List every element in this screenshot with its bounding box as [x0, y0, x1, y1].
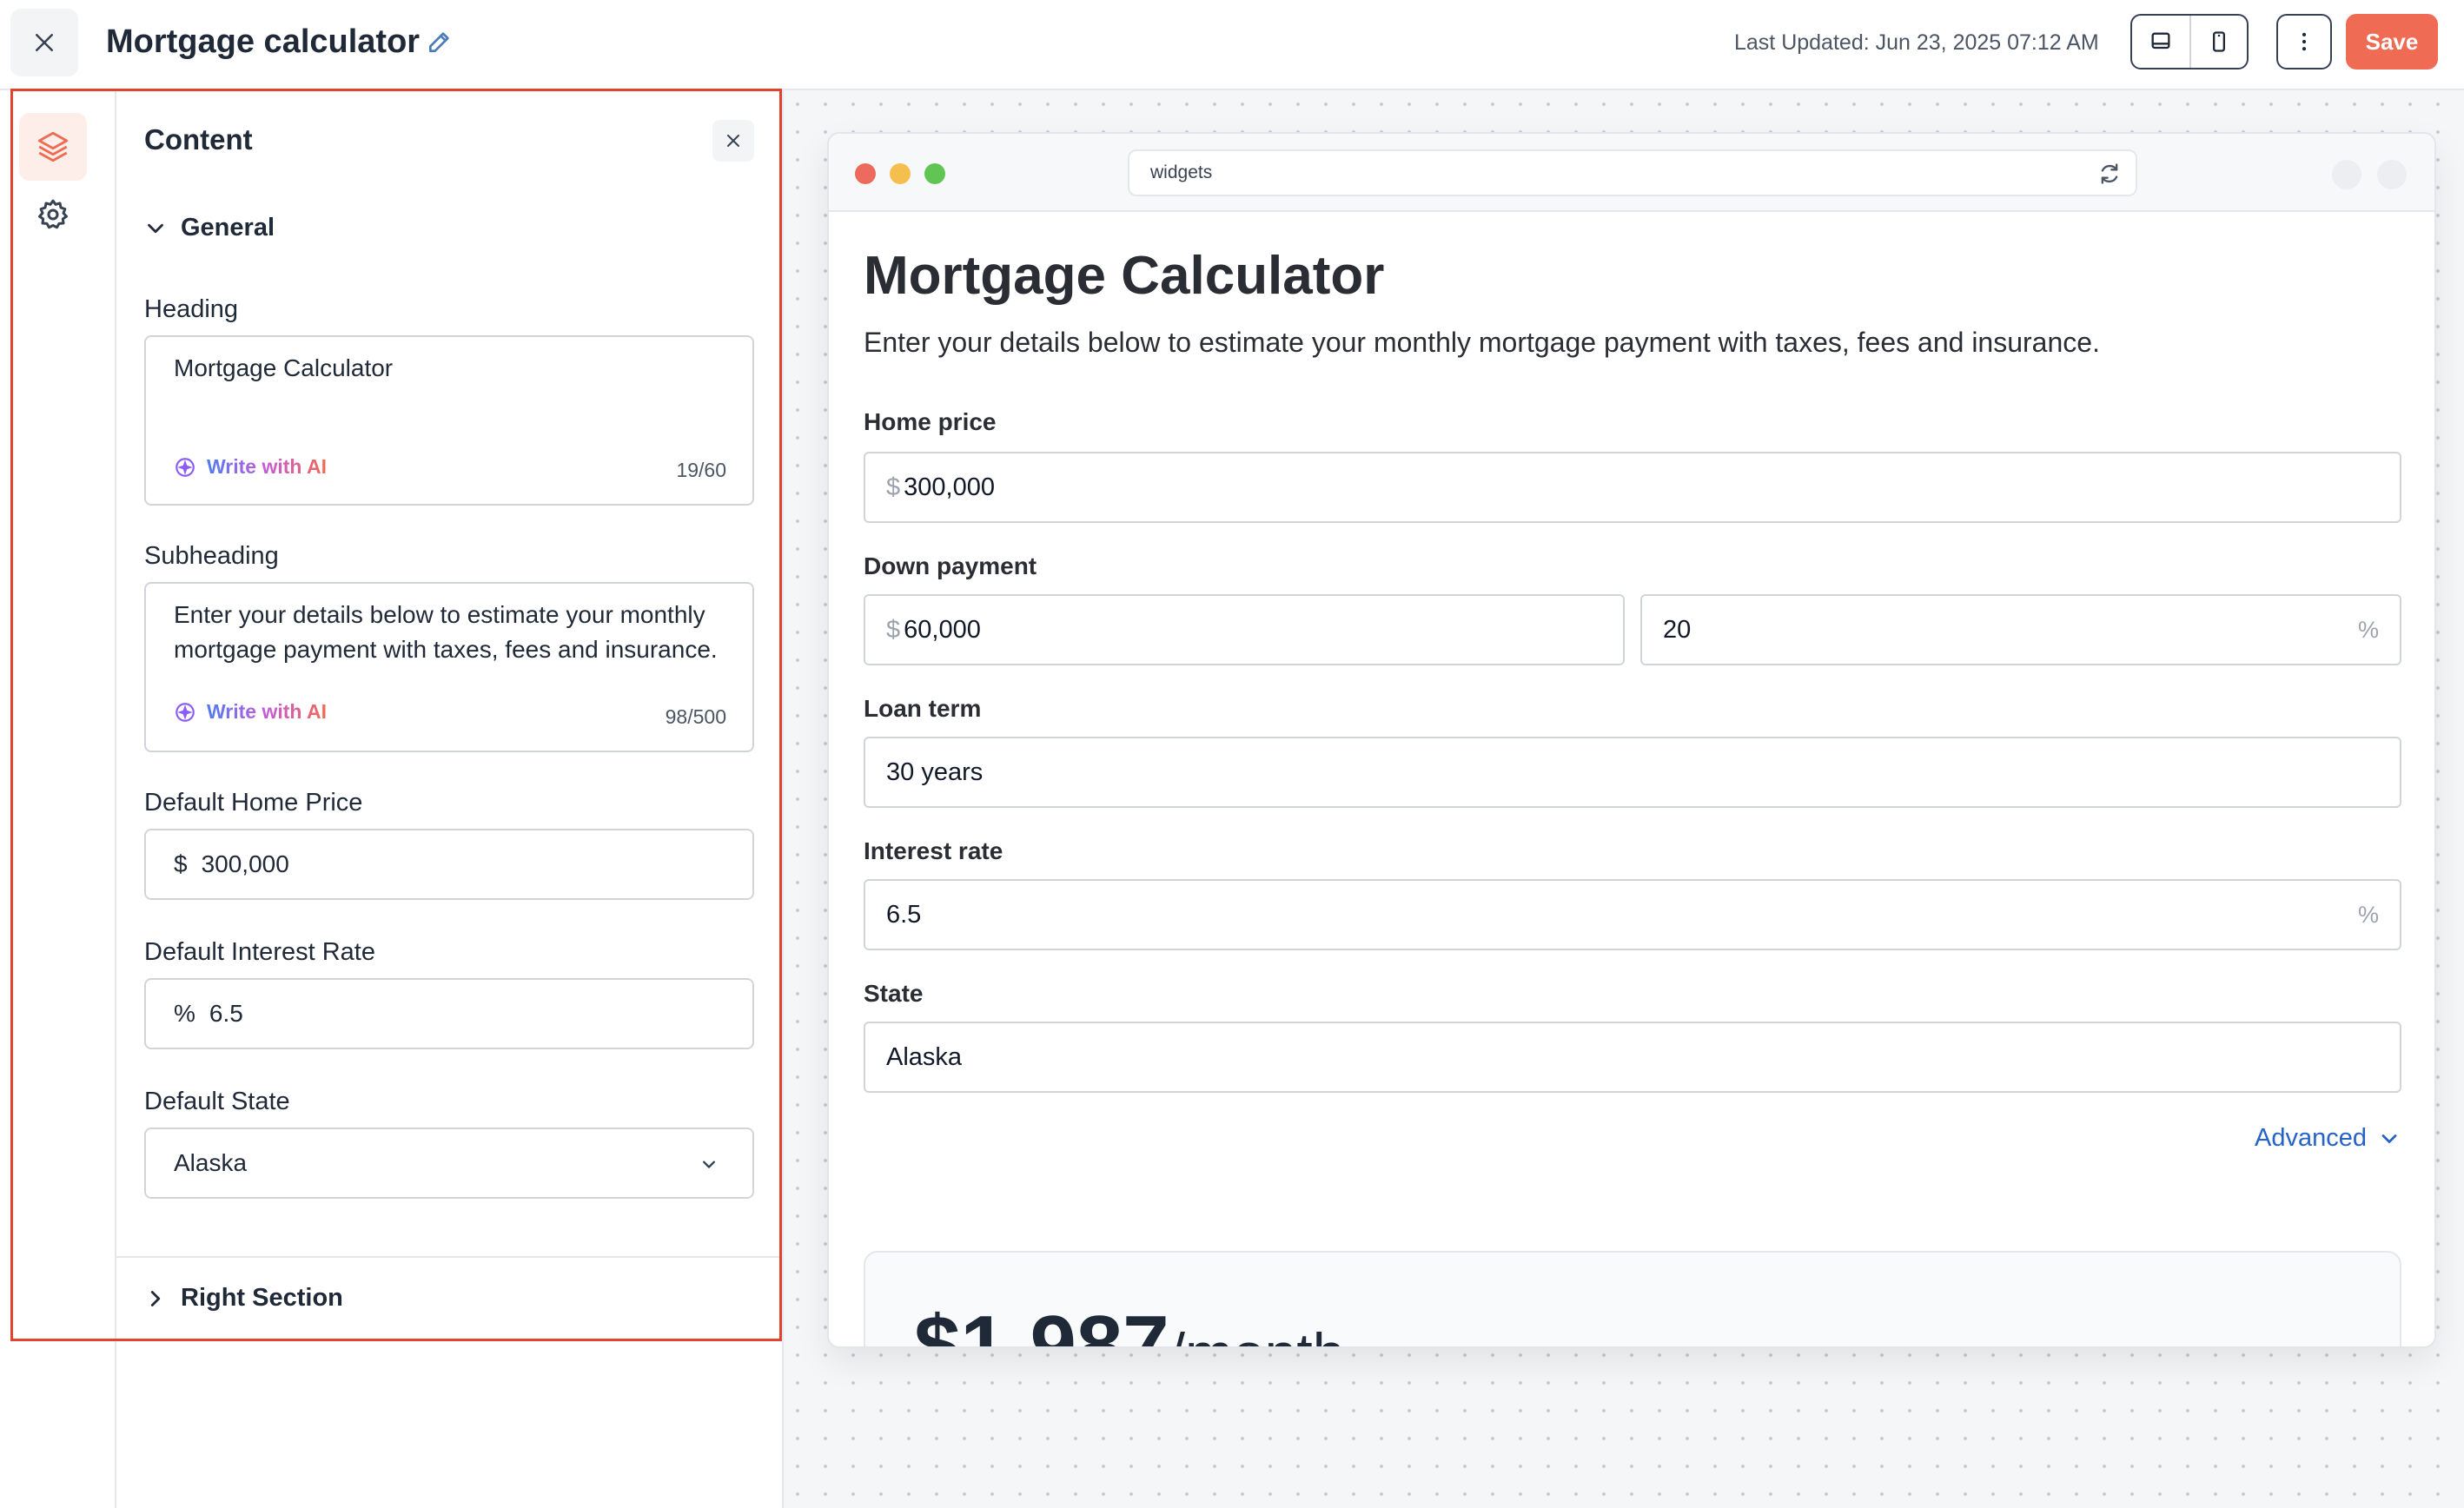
chevron-down-icon — [148, 223, 163, 233]
panel-close-button[interactable] — [712, 120, 754, 162]
down-payment-percent-input[interactable]: 20 % — [1640, 594, 2401, 665]
refresh-icon[interactable] — [2097, 162, 2122, 186]
left-rail — [0, 90, 116, 1508]
subheading-char-counter: 98/500 — [665, 705, 726, 728]
browser-bar: widgets — [829, 134, 2434, 212]
window-minimize-dot — [890, 163, 911, 184]
heading-label: Heading — [144, 295, 239, 323]
browser-ghost-button — [2377, 160, 2407, 189]
dollar-prefix: $ — [886, 616, 901, 644]
window-close-dot — [855, 163, 876, 184]
percent-suffix: % — [2357, 617, 2379, 643]
loan-term-value: 30 years — [886, 758, 984, 786]
sparkle-icon — [176, 457, 195, 477]
url-bar[interactable]: widgets — [1128, 149, 2137, 196]
monthly-payment-amount: $1,987 — [914, 1299, 1169, 1348]
right-section-label: Right Section — [181, 1284, 343, 1312]
close-editor-button[interactable] — [10, 9, 78, 76]
default-state-label: Default State — [144, 1088, 290, 1115]
heading-value: Mortgage Calculator — [174, 354, 394, 381]
dollar-prefix: $ — [174, 850, 188, 877]
browser-preview: widgets Mortgage Calculator Enter your d… — [827, 132, 2436, 1348]
save-button[interactable]: Save — [2346, 14, 2438, 69]
write-with-ai-label: Write with AI — [207, 700, 327, 723]
settings-tab-button[interactable] — [19, 181, 87, 248]
default-home-price-input[interactable]: $ 300,000 — [144, 829, 754, 900]
device-toggle — [2130, 14, 2249, 69]
general-section-toggle[interactable]: General — [142, 214, 275, 242]
subheading-textarea[interactable]: Enter your details below to estimate you… — [144, 582, 754, 752]
right-section-toggle[interactable]: Right Section — [142, 1284, 343, 1313]
down-payment-percent-value: 20 — [1663, 616, 1692, 644]
state-select[interactable]: Alaska — [864, 1022, 2401, 1093]
widget-heading: Mortgage Calculator — [864, 246, 1385, 306]
more-vertical-icon — [2302, 32, 2307, 51]
down-payment-amount-value: 60,000 — [904, 616, 981, 644]
mobile-icon — [2212, 31, 2225, 52]
pencil-icon[interactable] — [426, 28, 454, 56]
default-home-price-label: Default Home Price — [144, 789, 363, 817]
content-tab-button[interactable] — [19, 113, 87, 181]
down-payment-amount-input[interactable]: $60,000 — [864, 594, 1625, 665]
heading-write-with-ai[interactable]: Write with AI — [174, 455, 327, 479]
percent-suffix: % — [2357, 902, 2379, 928]
desktop-icon — [2151, 32, 2170, 50]
down-payment-label: Down payment — [864, 552, 1037, 579]
advanced-toggle[interactable]: Advanced — [2255, 1124, 2401, 1153]
chevron-right-icon — [150, 1290, 161, 1306]
dollar-prefix: $ — [886, 473, 901, 501]
content-panel: Content General Heading Mortgage Calcula… — [116, 90, 784, 1508]
interest-rate-value: 6.5 — [886, 901, 922, 929]
desktop-view-button[interactable] — [2132, 16, 2189, 68]
subheading-label: Subheading — [144, 542, 279, 570]
home-price-label: Home price — [864, 408, 997, 435]
loan-term-label: Loan term — [864, 695, 982, 722]
preview-canvas: widgets Mortgage Calculator Enter your d… — [784, 90, 2464, 1508]
chevron-down-icon — [2381, 1134, 2397, 1143]
heading-textarea[interactable]: Mortgage Calculator Write with AI 19/60 — [144, 335, 754, 506]
advanced-label: Advanced — [2255, 1124, 2367, 1152]
interest-rate-label: Interest rate — [864, 837, 1003, 864]
panel-title: Content — [144, 123, 253, 155]
subheading-write-with-ai[interactable]: Write with AI — [174, 700, 327, 724]
percent-prefix: % — [174, 1000, 195, 1027]
state-value: Alaska — [886, 1043, 963, 1071]
mobile-view-button[interactable] — [2189, 16, 2247, 68]
home-price-value: 300,000 — [904, 473, 995, 501]
home-price-input[interactable]: $300,000 — [864, 452, 2401, 523]
heading-char-counter: 19/60 — [676, 459, 726, 481]
window-maximize-dot — [924, 163, 945, 184]
top-bar: Mortgage calculator Last Updated: Jun 23… — [0, 0, 2464, 90]
close-icon — [36, 34, 53, 51]
interest-rate-input[interactable]: 6.5 % — [864, 879, 2401, 950]
monthly-payment: $1,987/month — [914, 1298, 1345, 1348]
close-icon — [727, 135, 739, 147]
default-interest-rate-value: 6.5 — [209, 1000, 243, 1027]
loan-term-select[interactable]: 30 years — [864, 737, 2401, 808]
default-state-value: Alaska — [174, 1149, 248, 1176]
default-home-price-value: 300,000 — [201, 850, 289, 877]
chevron-down-icon — [703, 1161, 715, 1168]
subheading-value: Enter your details below to estimate you… — [174, 601, 718, 663]
monthly-payment-unit: /month — [1169, 1321, 1345, 1346]
write-with-ai-label: Write with AI — [207, 455, 327, 478]
sparkle-icon — [176, 702, 195, 722]
gear-icon — [38, 199, 68, 229]
last-updated-text: Last Updated: Jun 23, 2025 07:12 AM — [1734, 30, 2099, 55]
browser-ghost-button — [2332, 160, 2361, 189]
layers-icon — [37, 131, 69, 162]
divider — [116, 1256, 782, 1258]
state-label: State — [864, 980, 924, 1007]
default-interest-rate-label: Default Interest Rate — [144, 938, 375, 966]
page-title: Mortgage calculator — [106, 23, 421, 60]
more-options-button[interactable] — [2276, 14, 2332, 69]
default-state-select[interactable]: Alaska — [144, 1128, 754, 1199]
widget-subheading: Enter your details below to estimate you… — [864, 327, 2100, 358]
general-section-label: General — [181, 214, 275, 241]
default-interest-rate-input[interactable]: % 6.5 — [144, 978, 754, 1049]
result-card: $1,987/month — [864, 1251, 2401, 1348]
url-text: widgets — [1150, 162, 1213, 182]
